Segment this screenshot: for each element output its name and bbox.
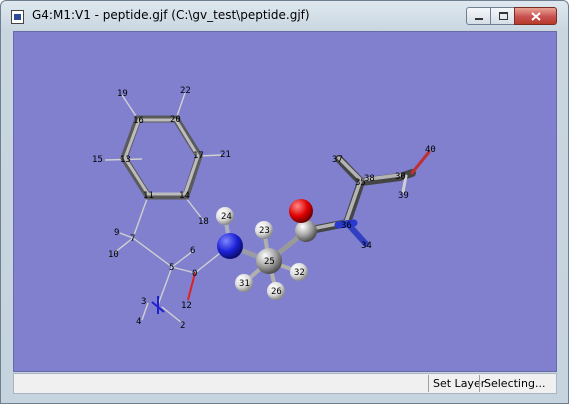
atom-label: 10 bbox=[108, 250, 119, 260]
oxygen-atom-33[interactable] bbox=[289, 199, 313, 223]
atom-label: 14 bbox=[179, 191, 190, 201]
atom-label: 0 bbox=[192, 269, 197, 279]
molecule-view-canvas[interactable]: 19 22 16 20 15 13 17 21 11 14 18 24 9 7 … bbox=[13, 31, 557, 372]
atom-label: 31 bbox=[239, 279, 250, 289]
atom-label: 23 bbox=[259, 226, 270, 236]
atom-label: 6 bbox=[190, 246, 195, 256]
nitrogen-atom-29[interactable] bbox=[217, 233, 243, 259]
atom-label: 5 bbox=[169, 263, 174, 273]
atom-label: 20 bbox=[170, 115, 181, 125]
atom-label: 34 bbox=[361, 241, 372, 251]
status-message bbox=[14, 375, 428, 392]
atom-label: 2 bbox=[180, 321, 185, 331]
atom-label: 11 bbox=[143, 191, 154, 201]
hydroxyl-bond bbox=[410, 150, 431, 175]
window-title: G4:M1:V1 - peptide.gjf (C:\gv_test\pepti… bbox=[32, 8, 310, 22]
atom-label: 25 bbox=[264, 257, 275, 267]
maximize-icon bbox=[499, 12, 508, 20]
atom-label: 30 bbox=[395, 172, 406, 182]
atom-label: 19 bbox=[117, 89, 128, 99]
atom-label: 38 bbox=[364, 174, 375, 184]
set-layer-status[interactable]: Set Layer bbox=[428, 375, 485, 392]
atom-label: 13 bbox=[120, 155, 131, 165]
atom-label: 15 bbox=[92, 155, 103, 165]
atom-label: 17 bbox=[193, 151, 204, 161]
selection-mode-status: Selecting... bbox=[479, 375, 556, 392]
atom-label: 37 bbox=[332, 155, 343, 165]
close-button[interactable] bbox=[514, 7, 557, 25]
wire-bonds bbox=[104, 92, 230, 324]
close-icon bbox=[531, 12, 541, 21]
carbon-atom-25b[interactable] bbox=[295, 220, 317, 242]
molecule-drawing: 19 22 16 20 15 13 17 21 11 14 18 24 9 7 … bbox=[92, 86, 436, 331]
atom-label: 40 bbox=[425, 145, 436, 155]
atom-label: 3 bbox=[141, 297, 146, 307]
maximize-button[interactable] bbox=[490, 7, 515, 25]
atom-label: 22 bbox=[180, 86, 191, 96]
minimize-button[interactable] bbox=[466, 7, 491, 25]
atom-label: 12 bbox=[181, 301, 192, 311]
minimize-icon bbox=[475, 18, 483, 20]
atom-label: 39 bbox=[398, 191, 409, 201]
atom-label: 24 bbox=[221, 212, 232, 222]
atom-label: 18 bbox=[198, 217, 209, 227]
document-icon bbox=[11, 10, 24, 24]
status-bar: Set Layer Selecting... bbox=[13, 373, 557, 394]
atom-label: 26 bbox=[271, 287, 282, 297]
atom-label: 7 bbox=[130, 234, 135, 244]
atom-label: 36 bbox=[341, 221, 352, 231]
title-bar[interactable]: G4:M1:V1 - peptide.gjf (C:\gv_test\pepti… bbox=[1, 1, 568, 29]
atom-label: 9 bbox=[114, 228, 119, 238]
nitrogen-wire bbox=[151, 296, 165, 314]
atom-label: 21 bbox=[220, 150, 231, 160]
atom-label: 16 bbox=[133, 116, 144, 126]
gaussview-window: G4:M1:V1 - peptide.gjf (C:\gv_test\pepti… bbox=[0, 0, 569, 404]
atom-label: 4 bbox=[136, 317, 141, 327]
atom-label: 32 bbox=[294, 268, 305, 278]
